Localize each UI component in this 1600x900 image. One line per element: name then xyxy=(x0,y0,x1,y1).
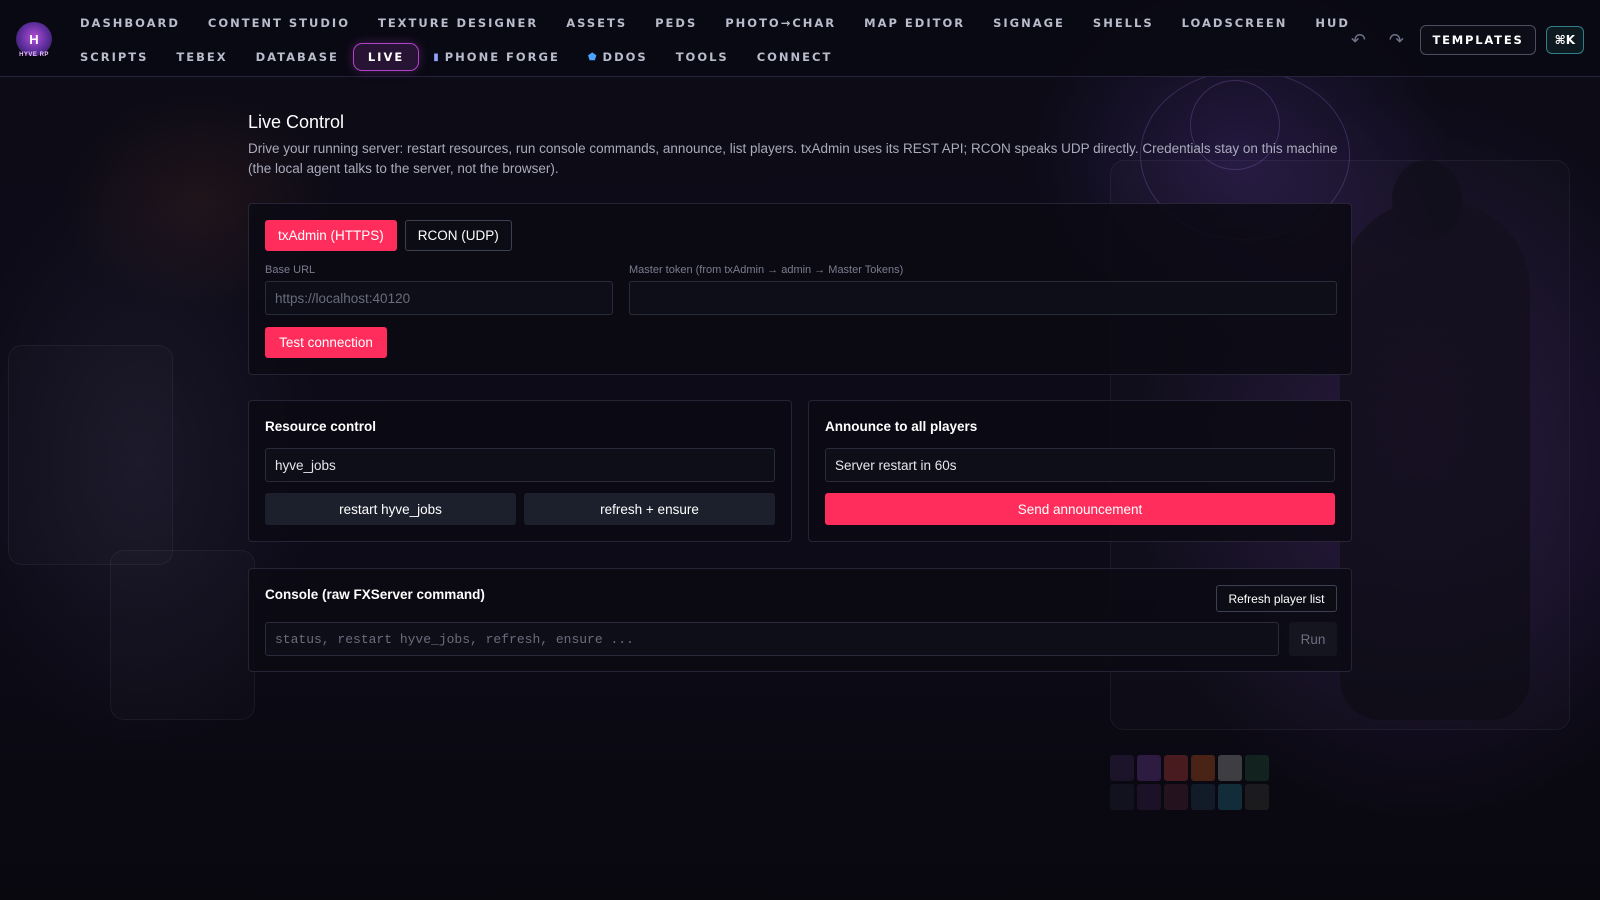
tab-txadmin[interactable]: txAdmin (HTTPS) xyxy=(265,220,397,251)
nav-row-primary: DASHBOARD CONTENT STUDIO TEXTURE DESIGNE… xyxy=(66,10,1364,36)
nav-item-tools[interactable]: TOOLS xyxy=(662,44,743,70)
nav-item-label: DDOS xyxy=(602,50,648,64)
command-palette-button[interactable]: ⌘K xyxy=(1545,26,1584,54)
base-url-label: Base URL xyxy=(265,264,316,276)
top-nav: H HYVE RP DASHBOARD CONTENT STUDIO TEXTU… xyxy=(0,0,1600,77)
nav-item-assets[interactable]: ASSETS xyxy=(552,10,641,36)
base-url-input[interactable] xyxy=(265,281,613,315)
nav-item-scripts[interactable]: SCRIPTS xyxy=(66,44,162,70)
connection-card: txAdmin (HTTPS) RCON (UDP) Base URL Mast… xyxy=(248,203,1352,375)
tab-rcon[interactable]: RCON (UDP) xyxy=(404,220,512,251)
nav-item-label: PHONE FORGE xyxy=(444,50,560,64)
nav-item-map-editor[interactable]: MAP EDITOR xyxy=(850,10,979,36)
background-panel xyxy=(110,550,255,720)
run-command-button[interactable]: Run xyxy=(1289,622,1337,656)
nav-item-texture-designer[interactable]: TEXTURE DESIGNER xyxy=(364,10,552,36)
phone-icon: ▮ xyxy=(433,51,439,63)
nav-item-loadscreen[interactable]: LOADSCREEN xyxy=(1168,10,1302,36)
nav-item-signage[interactable]: SIGNAGE xyxy=(979,10,1079,36)
background-figure xyxy=(1340,160,1530,720)
nav-row-secondary: SCRIPTS TEBEX DATABASE LIVE ▮ PHONE FORG… xyxy=(66,43,846,71)
console-card: Console (raw FXServer command) Refresh p… xyxy=(248,568,1352,672)
nav-item-live[interactable]: LIVE xyxy=(352,43,420,71)
test-connection-button[interactable]: Test connection xyxy=(265,327,387,358)
resource-control-title: Resource control xyxy=(265,419,377,434)
background-swatches xyxy=(1110,755,1269,810)
announce-title: Announce to all players xyxy=(825,419,978,434)
master-token-label: Master token (from txAdmin → admin → Mas… xyxy=(629,264,904,276)
send-announcement-button[interactable]: Send announcement xyxy=(825,493,1335,525)
resource-name-input[interactable] xyxy=(265,448,775,482)
nav-item-connect[interactable]: CONNECT xyxy=(743,44,847,70)
undo-icon[interactable]: ↶ xyxy=(1344,30,1372,51)
logo-text: H xyxy=(29,31,39,47)
nav-item-database[interactable]: DATABASE xyxy=(242,44,353,70)
nav-item-peds[interactable]: PEDS xyxy=(641,10,711,36)
nav-item-content-studio[interactable]: CONTENT STUDIO xyxy=(194,10,364,36)
top-actions: ↶ ↷ TEMPLATES ⌘K xyxy=(1344,25,1584,55)
background-panel xyxy=(8,345,173,565)
logo-subtext: HYVE RP xyxy=(19,52,49,58)
announce-card: Announce to all players Send announcemen… xyxy=(808,400,1352,542)
nav-item-shells[interactable]: SHELLS xyxy=(1079,10,1168,36)
connection-mode-tabs: txAdmin (HTTPS) RCON (UDP) xyxy=(265,220,512,251)
resource-control-card: Resource control restart hyve_jobs refre… xyxy=(248,400,792,542)
refresh-player-list-button[interactable]: Refresh player list xyxy=(1216,585,1337,612)
templates-button[interactable]: TEMPLATES xyxy=(1420,25,1536,55)
redo-icon[interactable]: ↷ xyxy=(1382,30,1410,51)
nav-item-tebex[interactable]: TEBEX xyxy=(162,44,241,70)
refresh-ensure-button[interactable]: refresh + ensure xyxy=(524,493,775,525)
console-title: Console (raw FXServer command) xyxy=(265,587,485,602)
page-description: Drive your running server: restart resou… xyxy=(248,141,1338,176)
restart-resource-button[interactable]: restart hyve_jobs xyxy=(265,493,516,525)
nav-item-ddos[interactable]: ⬟ DDOS xyxy=(574,44,662,70)
nav-item-photo-char[interactable]: PHOTO→CHAR xyxy=(711,10,850,36)
live-control-page: Live Control Drive your running server: … xyxy=(248,112,1352,672)
master-token-input[interactable] xyxy=(629,281,1337,315)
nav-item-phone-forge[interactable]: ▮ PHONE FORGE xyxy=(419,44,574,70)
announcement-input[interactable] xyxy=(825,448,1335,482)
console-command-input[interactable] xyxy=(265,622,1279,656)
nav-item-dashboard[interactable]: DASHBOARD xyxy=(66,10,194,36)
shield-icon: ⬟ xyxy=(587,51,597,63)
page-title: Live Control xyxy=(248,112,345,132)
app-logo[interactable]: H HYVE RP xyxy=(16,22,52,58)
